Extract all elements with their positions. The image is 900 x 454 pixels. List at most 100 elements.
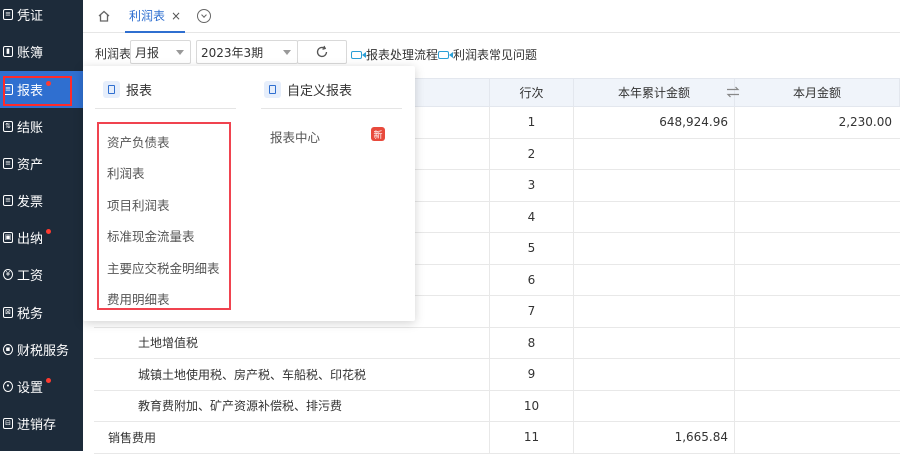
faq-link[interactable]: 利润表常见问题	[438, 46, 537, 63]
refresh-button[interactable]	[297, 40, 347, 64]
sidebar-item-inventory[interactable]: ⊟ 进销存	[0, 405, 83, 442]
sidebar-item-label: 结账	[17, 121, 44, 136]
notification-dot	[46, 378, 51, 383]
cell-ytd-amount	[574, 390, 735, 421]
sidebar-item-invoice[interactable]: ≡ 发票	[0, 182, 83, 219]
header-month: 本月金额	[735, 78, 900, 107]
close-icon[interactable]: ×	[171, 9, 181, 23]
inventory-icon: ⊟	[3, 418, 13, 429]
cell-row-no: 10	[490, 390, 574, 421]
cell-item-name: 教育费附加、矿产资源补偿税、排污费	[94, 390, 490, 421]
tax-service-icon: ▪	[3, 344, 13, 355]
cell-item-name: 城镇土地使用税、房产税、车船税、印花税	[94, 359, 490, 390]
cell-month-amount	[735, 265, 900, 296]
cell-month-amount	[735, 170, 900, 201]
sidebar-item-salary[interactable]: ¥ 工资	[0, 256, 83, 293]
cell-ytd-amount	[574, 359, 735, 390]
cell-row-no: 5	[490, 233, 574, 264]
menu-item-report-center[interactable]: 报表中心	[270, 127, 320, 146]
sidebar-item-label: 出纳	[17, 232, 44, 247]
report-icon: ≡	[3, 84, 13, 95]
notification-dot	[46, 229, 51, 234]
sidebar-item-cashier[interactable]: ▣ 出纳	[0, 219, 83, 256]
report-label: 利润表	[95, 47, 132, 61]
period-select[interactable]: 2023年3期	[196, 40, 298, 64]
period-type-value: 月报	[135, 45, 160, 60]
period-value: 2023年3期	[201, 45, 264, 60]
header-month-label: 本月金额	[792, 86, 841, 100]
cell-row-no: 9	[490, 359, 574, 390]
header-row-no: 行次	[490, 78, 574, 107]
header-ytd-label: 本年累计金额	[617, 86, 690, 100]
cell-ytd-amount	[574, 233, 735, 264]
report-process-link[interactable]: 报表处理流程	[351, 46, 438, 63]
sidebar-item-voucher[interactable]: ≡ 凭证	[0, 0, 83, 33]
sidebar-item-tax[interactable]: ⊠ 税务	[0, 294, 83, 331]
table-row: 城镇土地使用税、房产税、车船税、印花税 9	[94, 359, 900, 391]
cell-row-no: 6	[490, 264, 574, 295]
asset-icon: ≡	[3, 158, 13, 169]
sidebar-item-label: 财税服务	[17, 344, 70, 359]
ledger-icon: ▮	[3, 46, 13, 57]
cell-row-no: 4	[490, 201, 574, 232]
sidebar-item-settings[interactable]: • 设置	[0, 368, 83, 405]
menu-item-project-profit[interactable]: 项目利润表	[107, 195, 170, 214]
swap-icon[interactable]	[726, 86, 740, 98]
menu-item-tax-detail[interactable]: 主要应交税金明细表	[107, 258, 220, 277]
sidebar-item-label: 进销存	[17, 418, 57, 433]
cell-month-amount: 2,230.00	[838, 115, 892, 130]
new-badge: 新	[371, 127, 385, 141]
invoice-icon: ≡	[3, 195, 13, 206]
cell-row-no: 11	[490, 422, 574, 453]
cell-row-no: 7	[490, 296, 574, 327]
sidebar-item-label: 资产	[17, 158, 44, 173]
menu-item-income-statement[interactable]: 利润表	[107, 163, 145, 182]
notification-dot	[46, 81, 51, 86]
cell-row-no: 2	[490, 138, 574, 169]
salary-icon: ¥	[3, 269, 13, 280]
sidebar-item-ledger[interactable]: ▮ 账簿	[0, 33, 83, 70]
home-icon[interactable]	[97, 9, 111, 23]
report-icon	[103, 81, 120, 98]
table-row: 销售费用 11 1,665.84	[94, 422, 900, 454]
closing-icon: ⇅	[3, 121, 13, 132]
cell-ytd-amount	[574, 201, 735, 232]
sidebar-item-label: 账簿	[17, 46, 44, 61]
sidebar-item-label: 凭证	[17, 9, 44, 24]
cell-ytd-amount	[574, 327, 735, 358]
cell-month-amount	[735, 296, 900, 327]
cell-month-amount	[735, 422, 900, 453]
voucher-icon: ≡	[3, 9, 13, 20]
sidebar-item-report[interactable]: ≡ 报表	[0, 71, 83, 108]
cashier-icon: ▣	[3, 232, 13, 243]
table-row: 土地增值税 8	[94, 327, 900, 359]
header-ytd: 本年累计金额	[574, 78, 735, 107]
video-icon	[438, 50, 453, 59]
cell-month-amount	[735, 233, 900, 264]
sidebar-item-closing[interactable]: ⇅ 结账	[0, 108, 83, 145]
cell-item-name: 销售费用	[94, 422, 490, 453]
sidebar-item-tax-service[interactable]: ▪ 财税服务	[0, 331, 83, 368]
dropdown-title-label: 自定义报表	[287, 84, 353, 99]
refresh-icon	[316, 45, 328, 58]
cell-month-amount	[735, 202, 900, 233]
settings-icon: •	[3, 381, 13, 392]
sidebar-item-label: 设置	[17, 381, 44, 396]
sidebar: ≡ 凭证 ▮ 账簿 ≡ 报表 ⇅ 结账 ≡ 资产 ≡ 发票 ▣ 出纳 ¥ 工资 …	[0, 0, 83, 451]
report-dropdown-menu: 报表 自定义报表 资产负债表 利润表 项目利润表 标准现金流量表 主要应交税金明…	[83, 66, 415, 321]
tab-label: 利润表	[129, 9, 166, 23]
cell-ytd-amount	[574, 264, 735, 295]
menu-item-expense-detail[interactable]: 费用明细表	[107, 289, 170, 308]
video-icon	[351, 50, 366, 59]
sidebar-item-asset[interactable]: ≡ 资产	[0, 145, 83, 182]
period-type-select[interactable]: 月报	[130, 40, 191, 64]
tab-bar: 利润表 ×	[83, 0, 900, 33]
caret-down-icon	[176, 50, 184, 55]
menu-item-balance-sheet[interactable]: 资产负债表	[107, 132, 170, 151]
dropdown-title-custom: 自定义报表	[264, 80, 352, 99]
sidebar-item-label: 税务	[17, 307, 44, 322]
tab-income-statement[interactable]: 利润表 ×	[125, 0, 186, 33]
cell-row-no: 3	[490, 170, 574, 201]
menu-item-cash-flow[interactable]: 标准现金流量表	[107, 226, 195, 245]
chevron-down-icon[interactable]	[197, 9, 211, 23]
